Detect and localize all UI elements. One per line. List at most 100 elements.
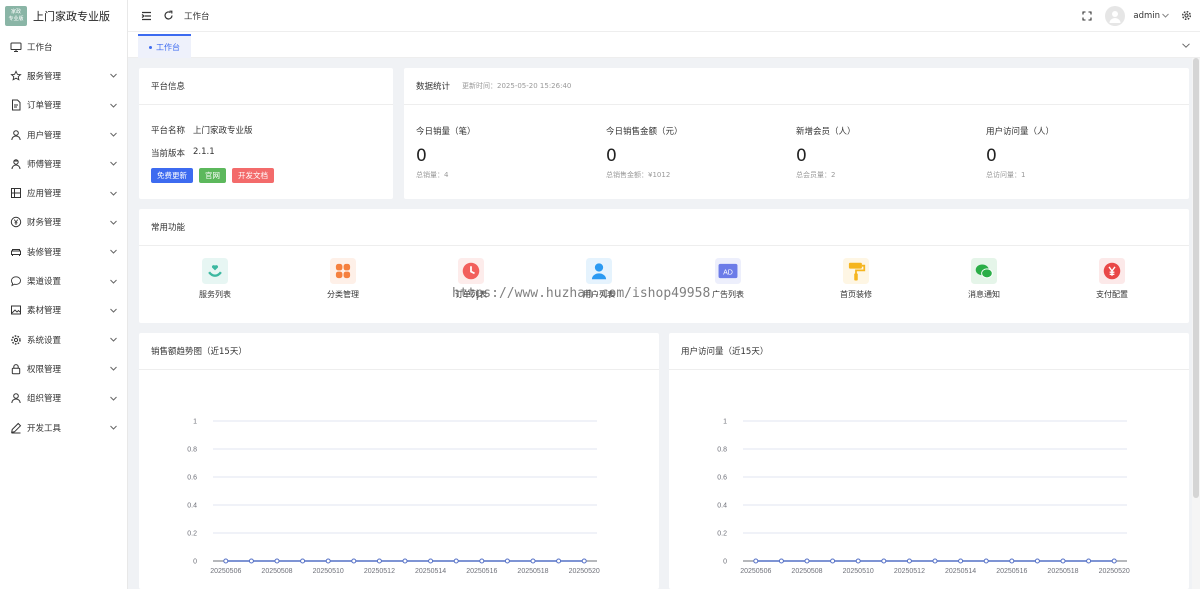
docs-button[interactable]: 开发文档 — [232, 168, 274, 183]
data-point[interactable] — [1060, 558, 1066, 564]
sidebar-item-11[interactable]: 权限管理 — [0, 354, 127, 383]
data-point[interactable] — [453, 558, 459, 564]
stat-value: 0 — [796, 146, 807, 166]
data-point[interactable] — [1009, 558, 1015, 564]
function-item[interactable]: 首页装修 — [816, 258, 896, 300]
sidebar-item-label: 用户管理 — [27, 130, 62, 141]
page-scrollbar[interactable] — [1192, 58, 1200, 589]
platform-name-row: 平台名称 上门家政专业版 — [151, 124, 253, 136]
value: 2.1.1 — [193, 147, 215, 157]
sidebar-item-4[interactable]: 师傅管理 — [0, 149, 127, 178]
y-tick-label: 0.6 — [717, 475, 727, 482]
data-point[interactable] — [830, 558, 836, 564]
data-point[interactable] — [223, 558, 229, 564]
breadcrumb[interactable]: 工作台 — [184, 10, 210, 22]
data-point[interactable] — [556, 558, 562, 564]
function-item[interactable]: 分类管理 — [303, 258, 383, 300]
chevron-down-icon — [109, 336, 117, 344]
sidebar-item-label: 组织管理 — [27, 394, 62, 405]
data-point[interactable] — [932, 558, 938, 564]
data-point[interactable] — [248, 558, 254, 564]
data-point[interactable] — [428, 558, 434, 564]
data-point[interactable] — [351, 558, 357, 564]
chat-icon — [10, 275, 22, 287]
data-point[interactable] — [753, 558, 759, 564]
sidebar-item-3[interactable]: 用户管理 — [0, 120, 127, 149]
chevron-down-icon — [109, 306, 117, 314]
scrollbar-thumb[interactable] — [1193, 58, 1199, 498]
menu-toggle-icon[interactable] — [138, 8, 154, 24]
data-point[interactable] — [855, 558, 861, 564]
active-dot — [149, 45, 152, 49]
tab-workbench[interactable]: 工作台 — [138, 34, 191, 58]
sidebar-item-12[interactable]: 组织管理 — [0, 384, 127, 413]
data-point[interactable] — [402, 558, 408, 564]
function-item[interactable]: 支付配置 — [1072, 258, 1152, 300]
data-point[interactable] — [530, 558, 536, 564]
stat-item: 今日销量（笔） 0 总销量：4 — [416, 125, 596, 180]
sidebar-item-8[interactable]: 渠道设置 — [0, 266, 127, 295]
sidebar-item-1[interactable]: 服务管理 — [0, 61, 127, 90]
gear-icon[interactable] — [1178, 8, 1194, 24]
data-point[interactable] — [1034, 558, 1040, 564]
stat-item: 用户访问量（人） 0 总访问量：1 — [986, 125, 1166, 180]
card-title-row: 数据统计 更新时间：2025-05-20 15:26:40 — [404, 68, 1189, 105]
website-button[interactable]: 官网 — [199, 168, 226, 183]
stat-label: 用户访问量（人） — [986, 127, 1055, 137]
data-point[interactable] — [804, 558, 810, 564]
data-point[interactable] — [1086, 558, 1092, 564]
visits-chart-card: 用户访问量（近15天） 0 0.2 0.4 0.6 0.8 1 20250506 202505… — [669, 333, 1189, 589]
stat-label: 今日销量（笔） — [416, 127, 476, 137]
pen-icon — [10, 422, 22, 434]
x-tick-label: 20250506 — [210, 568, 241, 575]
user-icon — [10, 129, 22, 141]
data-point[interactable] — [325, 558, 331, 564]
sidebar-item-label: 服务管理 — [27, 71, 62, 82]
data-point[interactable] — [958, 558, 964, 564]
function-item[interactable]: 消息通知 — [944, 258, 1024, 300]
label: 平台名称 — [151, 126, 186, 136]
card-title: 常用功能 — [139, 209, 1189, 246]
sidebar-item-label: 应用管理 — [27, 189, 62, 200]
image-icon — [10, 304, 22, 316]
data-point[interactable] — [983, 558, 989, 564]
data-point[interactable] — [300, 558, 306, 564]
avatar[interactable] — [1105, 5, 1126, 26]
update-button[interactable]: 免费更新 — [151, 168, 193, 183]
monitor-icon — [10, 41, 22, 53]
function-item[interactable]: 服务列表 — [175, 258, 255, 300]
sidebar-item-13[interactable]: 开发工具 — [0, 413, 127, 442]
sidebar-item-7[interactable]: 装修管理 — [0, 237, 127, 266]
chevron-down-icon — [109, 131, 117, 139]
wechat-icon — [971, 258, 997, 284]
data-point[interactable] — [376, 558, 382, 564]
data-point[interactable] — [581, 558, 587, 564]
sidebar-item-2[interactable]: 订单管理 — [0, 91, 127, 120]
sidebar-item-9[interactable]: 素材管理 — [0, 296, 127, 325]
username[interactable]: admin — [1133, 11, 1160, 21]
data-point[interactable] — [906, 558, 912, 564]
tabs-dropdown-icon[interactable] — [1178, 37, 1194, 53]
chevron-down-icon — [109, 365, 117, 373]
logo-line2: 专业版 — [8, 16, 24, 22]
card-title: 用户访问量（近15天） — [669, 333, 1189, 370]
data-point[interactable] — [274, 558, 280, 564]
data-point[interactable] — [504, 558, 510, 564]
sidebar-item-6[interactable]: 财务管理 — [0, 208, 127, 237]
card-title: 平台信息 — [139, 68, 393, 105]
sidebar-item-10[interactable]: 系统设置 — [0, 325, 127, 354]
y-tick-label: 1 — [193, 419, 197, 426]
stat-total: 总销量：4 — [416, 171, 449, 179]
data-point[interactable] — [479, 558, 485, 564]
logo[interactable]: 家政 专业版 上门家政专业版 — [0, 0, 127, 32]
data-point[interactable] — [1111, 558, 1117, 564]
data-point[interactable] — [881, 558, 887, 564]
sidebar-item-0[interactable]: 工作台 — [0, 32, 127, 61]
refresh-icon[interactable] — [160, 8, 176, 24]
stat-total: 总访问量：1 — [986, 171, 1026, 179]
chevron-down-icon[interactable] — [1160, 8, 1170, 24]
sidebar-item-5[interactable]: 应用管理 — [0, 178, 127, 207]
fullscreen-icon[interactable] — [1079, 8, 1095, 24]
data-point[interactable] — [778, 558, 784, 564]
function-label: 服务列表 — [199, 290, 231, 299]
